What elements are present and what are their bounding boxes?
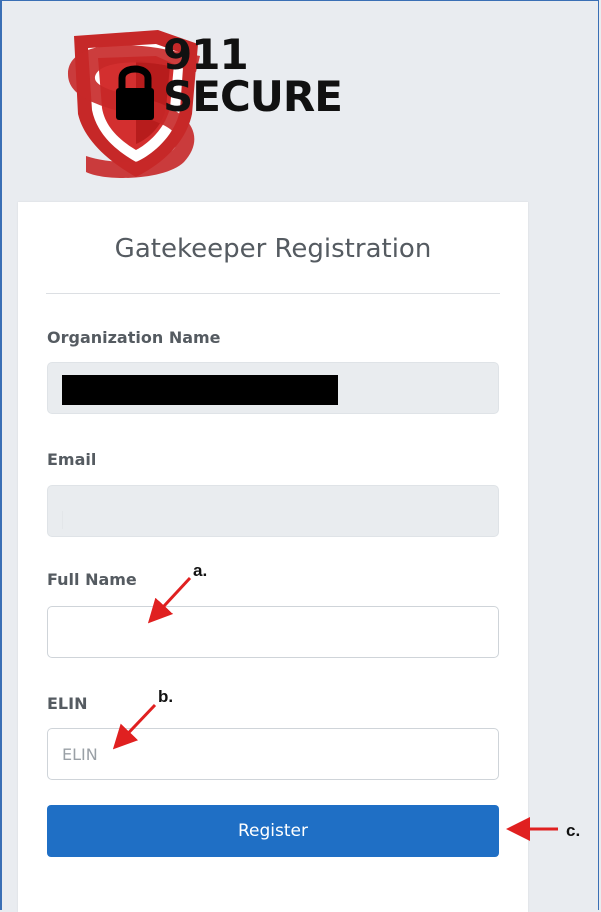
redacted-text <box>62 375 338 405</box>
fullname-label: Full Name <box>47 570 137 589</box>
elin-input[interactable] <box>47 728 499 780</box>
email-label: Email <box>47 450 97 469</box>
card-title: Gatekeeper Registration <box>114 234 432 264</box>
annotation-a: a. <box>193 561 208 580</box>
full-name-input[interactable] <box>47 606 499 658</box>
org-label: Organization Name <box>47 328 221 347</box>
registration-card: Gatekeeper Registration Organization Nam… <box>18 202 528 912</box>
brand-line-2: SECURE <box>163 72 343 121</box>
annotation-c: c. <box>566 821 581 840</box>
email-field[interactable] <box>47 485 499 537</box>
elin-label: ELIN <box>47 694 88 713</box>
email-cursor <box>62 511 63 529</box>
divider <box>46 293 500 294</box>
register-button[interactable]: Register <box>47 805 499 857</box>
annotation-b: b. <box>158 687 174 706</box>
